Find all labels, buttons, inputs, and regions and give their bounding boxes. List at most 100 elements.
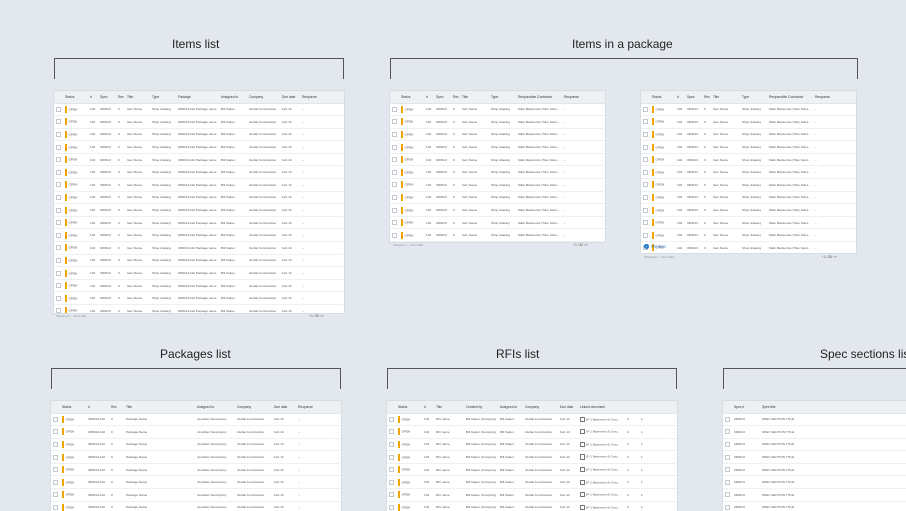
more-actions-button[interactable]: ··· [846, 216, 856, 229]
table-row[interactable]: OPEN1020R30130Item NameShop drawing0R301… [54, 229, 344, 242]
column-header[interactable]: Linked document [578, 401, 625, 413]
row-checkbox[interactable] [54, 279, 63, 292]
items-in-package-edit-pager[interactable]: ‹ 1 / 30 › » [822, 255, 837, 259]
more-actions-button[interactable]: ··· [595, 166, 605, 179]
more-actions-button[interactable]: ··· [334, 166, 344, 179]
table-row[interactable]: OPEN1020R30130Item NameShop drawingMark … [641, 191, 856, 204]
more-actions-button[interactable]: ··· [653, 476, 677, 489]
more-actions-button[interactable]: ··· [334, 128, 344, 141]
table-row[interactable]: OPEN0R3013-1020Package NameJonathan Sere… [51, 463, 341, 476]
table-row[interactable]: OPEN1020R30130Item NameShop drawingMark … [390, 141, 605, 154]
more-actions-button[interactable]: ··· [334, 279, 344, 292]
table-row[interactable]: 0R3013SPEC SECTION TITLE [723, 451, 906, 464]
more-actions-button[interactable]: ··· [595, 116, 605, 129]
column-header[interactable]: # [86, 401, 109, 413]
table-row[interactable]: OPEN1020R30130Item NameShop drawing0R301… [54, 103, 344, 116]
more-actions-button[interactable]: ··· [653, 413, 677, 426]
row-checkbox[interactable] [641, 179, 650, 192]
table-row[interactable]: OPEN1020R30130Item NameShop drawing0R301… [54, 128, 344, 141]
table-row[interactable]: OPEN102RFI nameBill Kaiper (Company)Bill… [387, 501, 677, 511]
row-checkbox[interactable] [387, 501, 396, 511]
more-actions-button[interactable]: ··· [595, 204, 605, 217]
table-row[interactable]: OPEN1020R30130Item NameShop drawingMark … [641, 216, 856, 229]
table-row[interactable]: OPEN1020R30130Item NameShop drawingMark … [641, 116, 856, 129]
row-checkbox[interactable] [641, 128, 650, 141]
column-header[interactable]: Due date [558, 401, 578, 413]
table-row[interactable]: OPEN1020R30130Item NameShop drawing0R301… [54, 191, 344, 204]
row-checkbox[interactable] [390, 179, 399, 192]
more-actions-button[interactable]: ··· [846, 128, 856, 141]
column-header[interactable]: Response [300, 91, 334, 103]
table-row[interactable]: OPEN1020R30130Item NameShop drawing0R301… [54, 153, 344, 166]
row-checkbox[interactable] [390, 204, 399, 217]
table-row[interactable]: OPEN1020R30130Item NameShop drawingMark … [641, 179, 856, 192]
row-checkbox[interactable] [641, 153, 650, 166]
table-row[interactable]: OPEN1020R30130Item NameShop drawingMark … [390, 229, 605, 242]
row-checkbox[interactable] [54, 242, 63, 255]
row-checkbox[interactable] [390, 141, 399, 154]
row-checkbox[interactable] [390, 191, 399, 204]
column-header[interactable]: Response [813, 91, 846, 103]
row-checkbox[interactable] [54, 116, 63, 129]
row-checkbox[interactable] [51, 489, 60, 502]
more-actions-button[interactable]: ··· [334, 242, 344, 255]
column-header[interactable]: Assigned to [498, 401, 523, 413]
table-row[interactable]: OPEN102RFI nameBill Kaiper (Company)Bill… [387, 438, 677, 451]
row-checkbox[interactable] [54, 229, 63, 242]
more-actions-button[interactable]: ··· [334, 191, 344, 204]
table-row[interactable]: OPEN1020R30130Item NameShop drawing0R301… [54, 179, 344, 192]
table-row[interactable]: OPEN1020R30130Item NameShop drawing0R301… [54, 279, 344, 292]
table-row[interactable]: 0R3013SPEC SECTION TITLE [723, 476, 906, 489]
more-actions-button[interactable]: ··· [846, 153, 856, 166]
column-header[interactable]: # [424, 91, 434, 103]
table-row[interactable]: OPEN1020R30130Item NameShop drawing0R301… [54, 216, 344, 229]
table-row[interactable]: OPEN1020R30130Item NameShop drawing0R301… [54, 141, 344, 154]
column-header[interactable]: Title [124, 401, 195, 413]
table-row[interactable]: OPEN1020R30130Item NameShop drawingMark … [390, 166, 605, 179]
table-row[interactable]: OPEN102RFI nameBill Kaiper (Company)Bill… [387, 451, 677, 464]
row-checkbox[interactable] [387, 438, 396, 451]
column-header[interactable]: Responsible Contractor [516, 91, 562, 103]
more-actions-button[interactable]: ··· [653, 451, 677, 464]
more-actions-button[interactable]: ··· [846, 204, 856, 217]
row-checkbox[interactable] [51, 501, 60, 511]
column-header[interactable]: Rev [116, 91, 125, 103]
column-header[interactable]: Created by [464, 401, 498, 413]
more-actions-button[interactable]: ··· [595, 191, 605, 204]
more-actions-button[interactable]: ··· [846, 191, 856, 204]
column-header[interactable]: Status [650, 91, 675, 103]
column-header[interactable]: Spec [434, 91, 451, 103]
row-checkbox[interactable] [723, 438, 732, 451]
row-checkbox[interactable] [54, 305, 63, 314]
column-header[interactable]: Company [523, 401, 558, 413]
more-actions-button[interactable]: ··· [334, 153, 344, 166]
column-header[interactable]: # [88, 91, 98, 103]
row-checkbox[interactable] [723, 413, 732, 426]
table-row[interactable]: OPEN1020R30130Item NameShop drawingMark … [641, 128, 856, 141]
more-actions-button[interactable]: ··· [334, 254, 344, 267]
column-header[interactable]: # [675, 91, 685, 103]
more-actions-button[interactable]: ··· [331, 451, 341, 464]
row-checkbox[interactable] [54, 153, 63, 166]
more-actions-button[interactable]: ··· [334, 305, 344, 314]
more-actions-button[interactable]: ··· [334, 116, 344, 129]
more-actions-button[interactable]: ··· [334, 267, 344, 280]
add-items-button[interactable]: +Add items [644, 244, 666, 249]
column-header[interactable]: Responsible Contractor [767, 91, 813, 103]
column-header[interactable]: Assigned to [195, 401, 235, 413]
table-row[interactable]: OPEN102RFI nameBill Kaiper (Company)Bill… [387, 463, 677, 476]
table-row[interactable]: OPEN1020R30130Item NameShop drawingMark … [390, 179, 605, 192]
table-row[interactable]: OPEN1020R30130Item NameShop drawingMark … [641, 141, 856, 154]
more-actions-button[interactable]: ··· [331, 476, 341, 489]
row-checkbox[interactable] [723, 501, 732, 511]
table-row[interactable]: OPEN1020R30130Item NameShop drawingMark … [390, 116, 605, 129]
more-actions-button[interactable]: ··· [846, 229, 856, 242]
column-header[interactable]: Title [125, 91, 150, 103]
more-actions-button[interactable]: ··· [334, 292, 344, 305]
row-checkbox[interactable] [641, 204, 650, 217]
column-header[interactable]: Type [740, 91, 767, 103]
table-row[interactable]: 0R3013SPEC SECTION TITLE [723, 501, 906, 511]
row-checkbox[interactable] [54, 267, 63, 280]
row-checkbox[interactable] [390, 216, 399, 229]
row-checkbox[interactable] [54, 191, 63, 204]
